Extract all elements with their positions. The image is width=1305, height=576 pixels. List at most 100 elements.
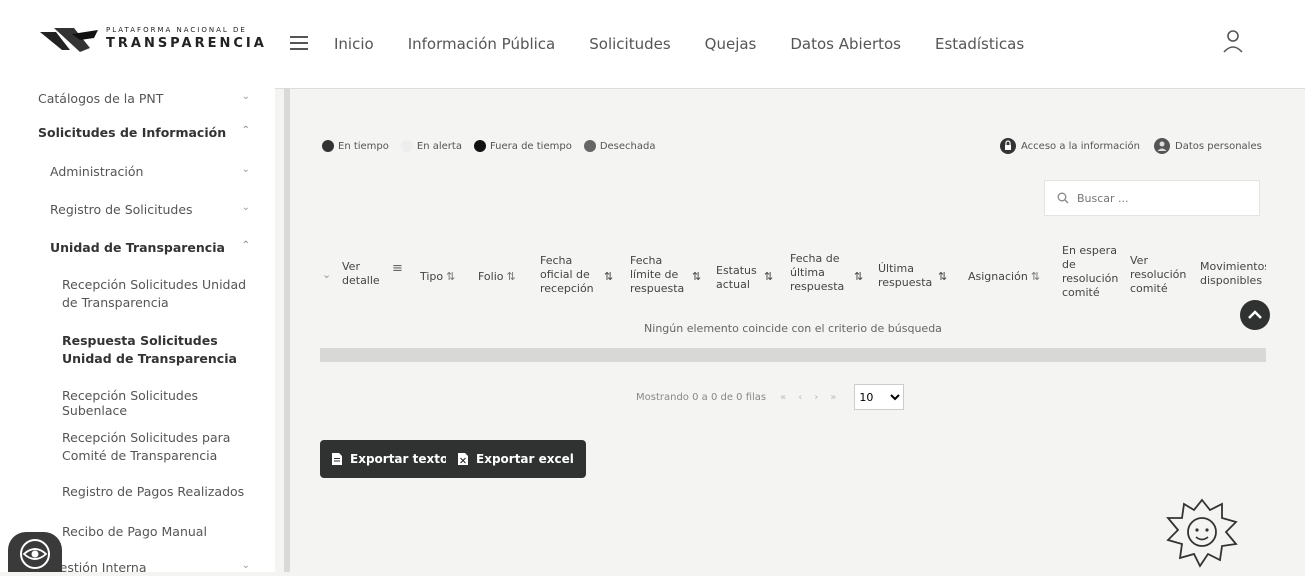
pagination: Mostrando 0 a 0 de 0 filas «‹›» 10	[636, 384, 905, 410]
sort-icon[interactable]: ⇅	[938, 270, 947, 284]
sidebar-item-pagos[interactable]: Registro de Pagos Realizados	[62, 484, 262, 499]
column-label: Folio	[478, 270, 504, 283]
sidebar-item-label: Unidad de Transparencia	[50, 240, 225, 255]
sort-icon[interactable]: ⇅	[764, 270, 773, 284]
scroll-top-button[interactable]	[1240, 300, 1270, 330]
column-label: Ver detalle	[342, 260, 380, 287]
col-ver-resolucion[interactable]: Ver resolución comité	[1130, 254, 1186, 296]
chevron-down-icon: ⌄	[241, 202, 250, 213]
pagination-arrows-icon[interactable]: «‹›»	[780, 392, 848, 403]
lock-icon	[1000, 138, 1016, 154]
column-label: Tipo	[420, 270, 444, 283]
sidebar-item-label: Gestión Interna	[50, 560, 147, 575]
column-label: Fecha de última respuesta	[790, 252, 845, 293]
legend-label: En alerta	[416, 140, 462, 152]
legend-label: Desechada	[599, 140, 656, 152]
main-nav: Inicio Información Pública Solicitudes Q…	[334, 35, 1058, 53]
logo-title: TRANSPARENCIA	[106, 36, 267, 51]
sidebar-item-catalogos[interactable]: Catálogos de la PNT ⌄	[38, 91, 258, 106]
sidebar-item-administracion[interactable]: Administración ⌄	[50, 164, 260, 179]
type-legend: Acceso a la información Datos personales	[1000, 138, 1262, 154]
sidebar-item-respuesta-ut[interactable]: Respuesta Solicitudes Unidad de Transpar…	[62, 332, 252, 368]
legend-label: Datos personales	[1175, 140, 1262, 152]
nav-solicitudes[interactable]: Solicitudes	[589, 35, 670, 53]
sort-icon[interactable]: ⇅	[692, 270, 701, 284]
sidebar-item-recibo[interactable]: Recibo de Pago Manual	[62, 524, 262, 539]
col-asignacion[interactable]: Asignación ⇅	[968, 270, 1040, 284]
assistant-mascot-icon[interactable]	[1160, 494, 1244, 570]
status-dot-icon	[583, 140, 596, 152]
document-icon	[332, 453, 342, 465]
chevron-up-icon: ⌃	[241, 125, 250, 136]
sidebar-item-solicitudes-info[interactable]: Solicitudes de Información ⌃	[38, 125, 258, 140]
sidebar-item-recepcion-ut[interactable]: Recepción Solicitudes Unidad de Transpar…	[62, 276, 252, 312]
expand-icon[interactable]: ⌄	[322, 268, 331, 282]
export-excel-label: Exportar excel	[476, 452, 574, 466]
column-label: Estatus actual	[716, 264, 757, 291]
sidebar-item-label: Recepción Solicitudes Subenlace	[62, 388, 199, 418]
col-fecha-limite[interactable]: Fecha límite de respuesta	[630, 254, 690, 296]
sidebar-item-comite[interactable]: Recepción Solicitudes para Comité de Tra…	[62, 429, 232, 465]
sort-icon: ⇅	[446, 270, 456, 283]
col-tipo[interactable]: Tipo ⇅	[420, 270, 455, 284]
col-folio[interactable]: Folio ⇅	[478, 270, 516, 284]
col-ver-detalle[interactable]: Ver detalle	[342, 260, 382, 288]
nav-informacion-publica[interactable]: Información Pública	[408, 35, 556, 53]
col-fecha-oficial[interactable]: Fecha oficial de recepción	[540, 254, 606, 296]
chevron-down-icon: ⌄	[241, 560, 250, 571]
sidebar-item-label: Recepción Solicitudes para Comité de Tra…	[62, 430, 231, 463]
nav-quejas[interactable]: Quejas	[705, 35, 757, 53]
accessibility-button[interactable]	[8, 532, 62, 572]
col-ultima-respuesta[interactable]: Última respuesta	[878, 262, 944, 290]
sidebar-item-label: Registro de Pagos Realizados	[62, 484, 245, 499]
logo-subtitle: PLATAFORMA NACIONAL DE	[106, 26, 247, 34]
search-box	[1044, 180, 1260, 216]
sidebar-item-gestion[interactable]: Gestión Interna ⌄	[50, 560, 260, 575]
chevron-up-icon: ⌃	[241, 240, 250, 251]
nav-estadisticas[interactable]: Estadísticas	[935, 35, 1024, 53]
pnt-logo[interactable]: PLATAFORMA NACIONAL DE TRANSPARENCIA	[40, 22, 270, 62]
user-icon[interactable]	[1222, 28, 1244, 54]
legend-label: Acceso a la información	[1021, 140, 1141, 152]
nav-datos-abiertos[interactable]: Datos Abiertos	[790, 35, 901, 53]
table-header: ⌄ Ver detalle ≡ Tipo ⇅ Folio ⇅ Fecha ofici…	[320, 240, 1270, 312]
sidebar-item-registro[interactable]: Registro de Solicitudes ⌄	[50, 202, 260, 217]
sort-icon: ⇅	[1030, 270, 1041, 283]
status-dot-icon	[322, 140, 334, 152]
eye-icon	[20, 539, 50, 569]
sidebar-item-label: Recibo de Pago Manual	[62, 524, 207, 539]
pagination-summary: Mostrando 0 a 0 de 0 filas	[636, 391, 767, 403]
table-scrollbar[interactable]	[320, 348, 1266, 362]
col-movimientos[interactable]: Movimientos disponibles	[1200, 260, 1266, 288]
column-label: En espera de resolución comité	[1062, 244, 1119, 299]
sidebar-item-unidad-transparencia[interactable]: Unidad de Transparencia ⌃	[50, 240, 260, 255]
export-text-label: Exportar texto	[350, 452, 449, 466]
column-menu-icon[interactable]: ≡	[392, 262, 403, 276]
col-espera-comite[interactable]: En espera de resolución comité	[1062, 244, 1122, 300]
sort-icon[interactable]: ⇅	[854, 270, 863, 284]
column-label: Fecha límite de respuesta	[630, 254, 685, 295]
column-label: Asignación	[968, 270, 1028, 283]
col-estatus[interactable]: Estatus actual	[716, 264, 762, 292]
page-size-select[interactable]: 10	[854, 384, 905, 410]
status-dot-icon	[400, 140, 413, 152]
legend-label: Fuera de tiempo	[489, 140, 572, 152]
sidebar-item-label: Solicitudes de Información	[38, 125, 227, 140]
nav-inicio[interactable]: Inicio	[334, 35, 374, 53]
chevron-down-icon: ⌄	[241, 91, 250, 102]
person-icon	[1154, 138, 1171, 154]
status-legend: En tiempo En alerta Fuera de tiempo Dese…	[322, 140, 667, 152]
sidebar-item-label: Recepción Solicitudes Unidad de Transpar…	[62, 277, 247, 310]
excel-file-icon	[458, 453, 468, 465]
export-excel-button[interactable]: Exportar excel	[446, 440, 586, 478]
export-text-button[interactable]: Exportar texto	[320, 440, 461, 478]
column-label: Ver resolución comité	[1130, 254, 1187, 295]
status-dot-icon	[473, 140, 486, 152]
hamburger-icon[interactable]	[290, 36, 308, 50]
sidebar-item-subenlace[interactable]: Recepción Solicitudes Subenlace	[62, 388, 262, 418]
sidebar-item-label: Catálogos de la PNT	[38, 91, 164, 106]
logo-mark-icon	[40, 28, 98, 52]
sort-icon[interactable]: ⇅	[604, 270, 613, 284]
col-fecha-ultima[interactable]: Fecha de última respuesta	[790, 252, 850, 294]
search-input[interactable]	[1075, 190, 1249, 206]
